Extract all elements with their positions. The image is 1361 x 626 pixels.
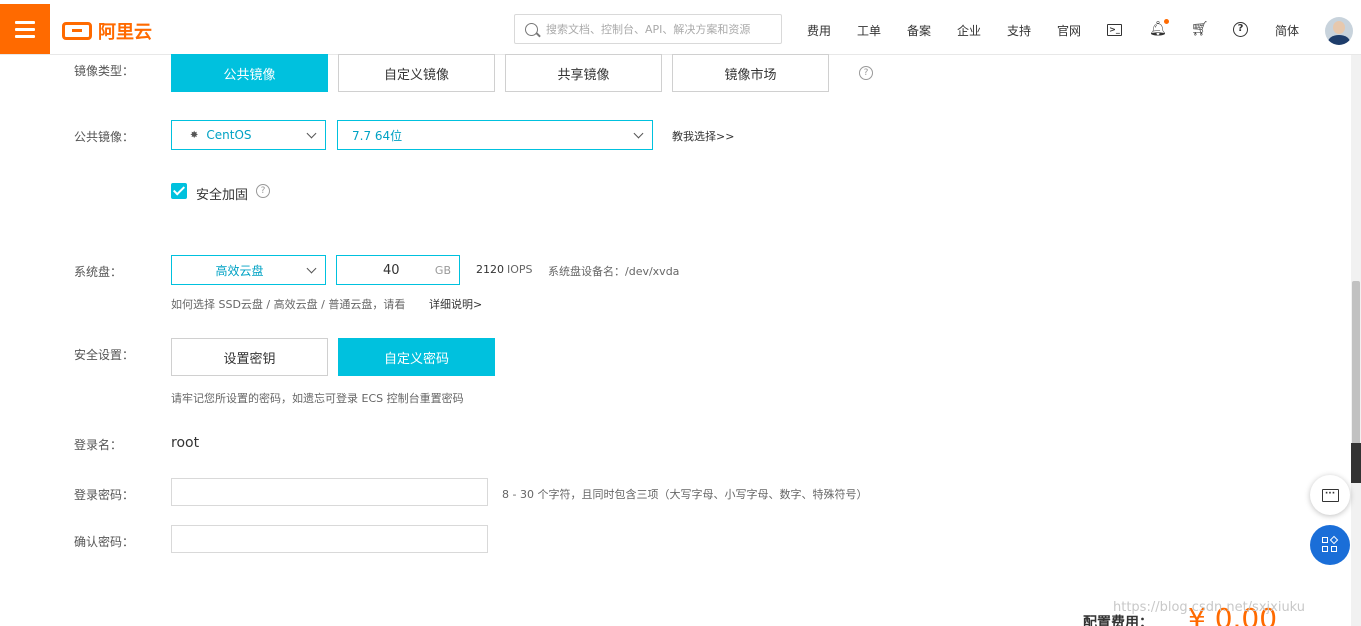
system-disk-label: 系统盘： — [74, 265, 123, 279]
password-field[interactable] — [171, 478, 488, 506]
tab-shared-image[interactable]: 共享镜像 — [505, 54, 662, 92]
username-value: root — [171, 435, 200, 451]
disk-type-select[interactable]: 高效云盘 — [171, 255, 326, 285]
os-select-value: CentOS — [206, 128, 252, 142]
disk-detail-link[interactable]: 详细说明> — [429, 296, 482, 312]
aliyun-logo-mark — [62, 22, 92, 40]
nav-item-support[interactable]: 支持 — [1007, 22, 1031, 39]
security-hint-text: 请牢记您所设置的密码，如遗忘可登录 ECS 控制台重置密码 — [171, 392, 464, 405]
custom-password-button[interactable]: 自定义密码 — [338, 338, 495, 376]
username-label: 登录名： — [74, 438, 123, 452]
search-box[interactable] — [514, 14, 782, 44]
notification-dot — [1164, 19, 1169, 24]
tab-custom-image[interactable]: 自定义镜像 — [338, 54, 495, 92]
search-input[interactable] — [546, 22, 776, 36]
apps-icon[interactable] — [1310, 525, 1350, 565]
chevron-down-icon — [633, 128, 644, 139]
help-icon[interactable]: ? — [1233, 22, 1248, 37]
help-me-choose-link[interactable]: 教我选择>> — [672, 128, 734, 144]
console-icon[interactable]: >_ — [1107, 24, 1122, 36]
disk-type-value: 高效云盘 — [215, 263, 264, 278]
logo-text: 阿里云 — [98, 22, 152, 43]
avatar[interactable] — [1325, 17, 1353, 45]
disk-size-input[interactable]: 40 GB — [336, 255, 460, 285]
nav-item-filing[interactable]: 备案 — [907, 22, 931, 39]
confirm-password-field[interactable] — [171, 525, 488, 553]
version-select-value: 7.7 64位 — [352, 128, 403, 143]
top-navigation-bar: 阿里云 费用 工单 备案 企业 支持 官网 >_ 🔔︎ 🛒︎ ? 简体 — [0, 0, 1361, 55]
nav-item-cost[interactable]: 费用 — [807, 22, 831, 39]
nav-item-enterprise[interactable]: 企业 — [957, 22, 981, 39]
disk-size-value: 40 — [383, 262, 400, 278]
chat-icon[interactable]: ··· — [1310, 475, 1350, 515]
apps-glyph — [1322, 535, 1339, 553]
side-tab[interactable] — [1351, 443, 1361, 483]
security-hardening-label: 安全加固 — [196, 188, 249, 203]
page-scrollbar[interactable] — [1351, 55, 1361, 626]
menu-icon[interactable] — [0, 4, 50, 54]
image-help-icon[interactable]: ? — [859, 66, 873, 80]
chevron-down-icon — [306, 263, 317, 274]
security-hardening-help-icon[interactable]: ? — [256, 184, 270, 198]
public-image-label: 公共镜像： — [74, 130, 135, 144]
disk-size-unit: GB — [434, 264, 451, 277]
nav-item-ticket[interactable]: 工单 — [857, 22, 881, 39]
nav-item-official-site[interactable]: 官网 — [1057, 22, 1081, 39]
aliyun-logo[interactable]: 阿里云 — [62, 18, 152, 44]
security-hardening-checkbox[interactable] — [171, 183, 187, 199]
image-type-label: 镜像类型： — [74, 64, 135, 78]
version-select[interactable]: 7.7 64位 — [337, 120, 653, 150]
disk-iops-value: 2120 — [476, 263, 504, 276]
confirm-password-label: 确认密码： — [74, 535, 135, 549]
disk-hint-text: 如何选择 SSD云盘 / 高效云盘 / 普通云盘，请看 — [171, 298, 406, 311]
disk-iops-unit: IOPS — [507, 263, 533, 276]
chat-glyph: ··· — [1321, 488, 1339, 502]
bell-icon[interactable]: 🔔︎ — [1149, 22, 1167, 36]
centos-icon: ✸ — [190, 129, 199, 141]
set-key-button[interactable]: 设置密钥 — [171, 338, 328, 376]
tab-public-image[interactable]: 公共镜像 — [171, 54, 328, 92]
password-hint-text: 8 - 30 个字符，且同时包含三项（大写字母、小写字母、数字、特殊符号） — [502, 488, 868, 501]
search-icon[interactable] — [525, 22, 538, 36]
os-select[interactable]: ✸ CentOS — [171, 120, 326, 150]
watermark: https://blog.csdn.net/sxjxiuku — [1113, 600, 1306, 615]
disk-device-name: 系统盘设备名：/dev/xvda — [548, 265, 680, 278]
chevron-down-icon — [306, 128, 317, 139]
tab-image-market[interactable]: 镜像市场 — [672, 54, 829, 92]
language-switch[interactable]: 简体 — [1275, 22, 1299, 39]
cart-icon[interactable]: 🛒︎ — [1191, 22, 1209, 36]
security-settings-label: 安全设置： — [74, 348, 135, 362]
password-label: 登录密码： — [74, 488, 135, 502]
